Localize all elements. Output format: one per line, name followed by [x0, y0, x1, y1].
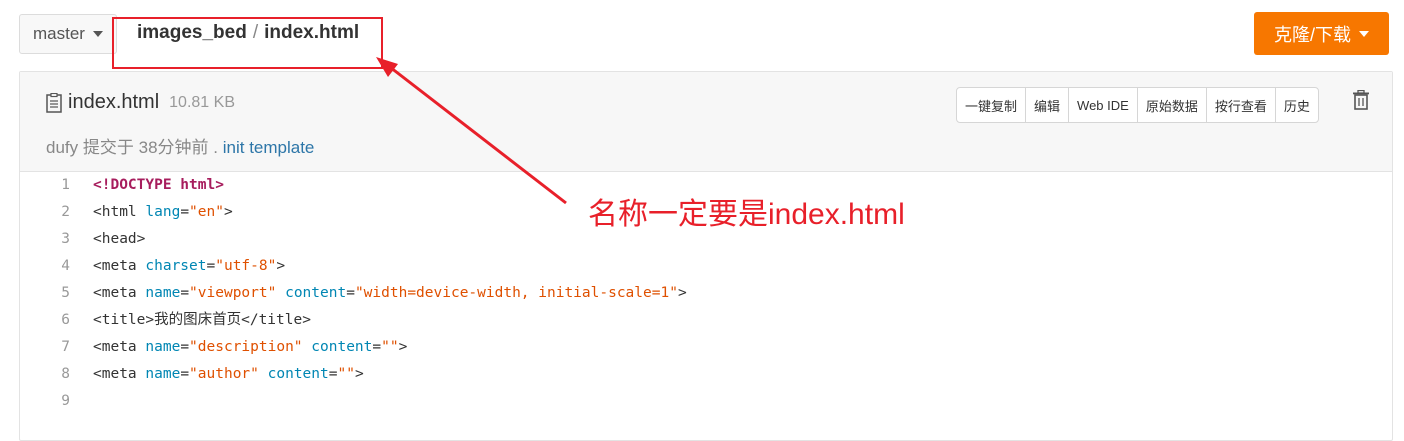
line-number[interactable]: 6 [20, 307, 93, 334]
file-icon [46, 92, 62, 113]
history-button[interactable]: 历史 [1276, 88, 1318, 122]
commit-info: dufy 提交于 38分钟前 . init template [46, 133, 314, 158]
commit-author: dufy [46, 138, 79, 157]
line-number[interactable]: 4 [20, 253, 93, 280]
code-text: <!DOCTYPE html> [93, 177, 224, 193]
line-number[interactable]: 8 [20, 361, 93, 388]
code-line: 5 <meta name="viewport" content="width=d… [20, 280, 1392, 307]
code-text: <meta name="description" content=""> [93, 339, 408, 355]
code-line: 7 <meta name="description" content=""> [20, 334, 1392, 361]
line-number[interactable]: 2 [20, 199, 93, 226]
line-number[interactable]: 3 [20, 226, 93, 253]
line-number[interactable]: 5 [20, 280, 93, 307]
code-text: <meta name="viewport" content="width=dev… [93, 285, 687, 301]
line-number[interactable]: 1 [20, 172, 93, 199]
code-text: <meta name="author" content=""> [93, 366, 364, 382]
code-text: <meta charset="utf-8"> [93, 258, 286, 274]
commit-action: 提交于 [82, 138, 134, 157]
web-ide-button[interactable]: Web IDE [1069, 88, 1138, 122]
annotation-highlight-box [112, 17, 383, 69]
commit-time: 38分钟前 [138, 138, 209, 157]
edit-button[interactable]: 编辑 [1026, 88, 1070, 122]
code-text: <html lang="en"> [93, 204, 233, 220]
code-line: 4 <meta charset="utf-8"> [20, 253, 1392, 280]
blame-button[interactable]: 按行查看 [1207, 88, 1276, 122]
code-text: <head> [93, 231, 146, 247]
file-name: index.html [68, 91, 160, 113]
chevron-down-icon [92, 31, 103, 37]
code-line: 9 [20, 388, 1392, 415]
copy-button[interactable]: 一键复制 [957, 88, 1027, 122]
commit-message-link[interactable]: init template [223, 138, 315, 157]
line-number[interactable]: 7 [20, 334, 93, 361]
file-title: index.html 10.81 KB [46, 91, 235, 114]
code-line: 8 <meta name="author" content=""> [20, 361, 1392, 388]
file-actions: 一键复制 编辑 Web IDE 原始数据 按行查看 历史 [956, 87, 1319, 123]
raw-button[interactable]: 原始数据 [1138, 88, 1207, 122]
clone-download-label: 克隆/下载 [1273, 24, 1351, 45]
trash-icon[interactable] [1352, 90, 1370, 110]
file-size: 10.81 KB [169, 93, 235, 111]
branch-label: master [33, 24, 85, 43]
line-number[interactable]: 9 [20, 388, 93, 415]
file-header: index.html 10.81 KB dufy 提交于 38分钟前 . ini… [20, 72, 1392, 172]
code-line: 6 <title>我的图床首页</title> [20, 307, 1392, 334]
file-viewer: index.html 10.81 KB dufy 提交于 38分钟前 . ini… [19, 71, 1393, 441]
chevron-down-icon [1359, 30, 1369, 37]
branch-select[interactable]: master [19, 14, 117, 54]
commit-dot: . [213, 138, 218, 157]
annotation-text: 名称一定要是index.html [588, 198, 905, 231]
code-text: <title>我的图床首页</title> [93, 312, 311, 328]
clone-download-button[interactable]: 克隆/下载 [1254, 12, 1389, 55]
